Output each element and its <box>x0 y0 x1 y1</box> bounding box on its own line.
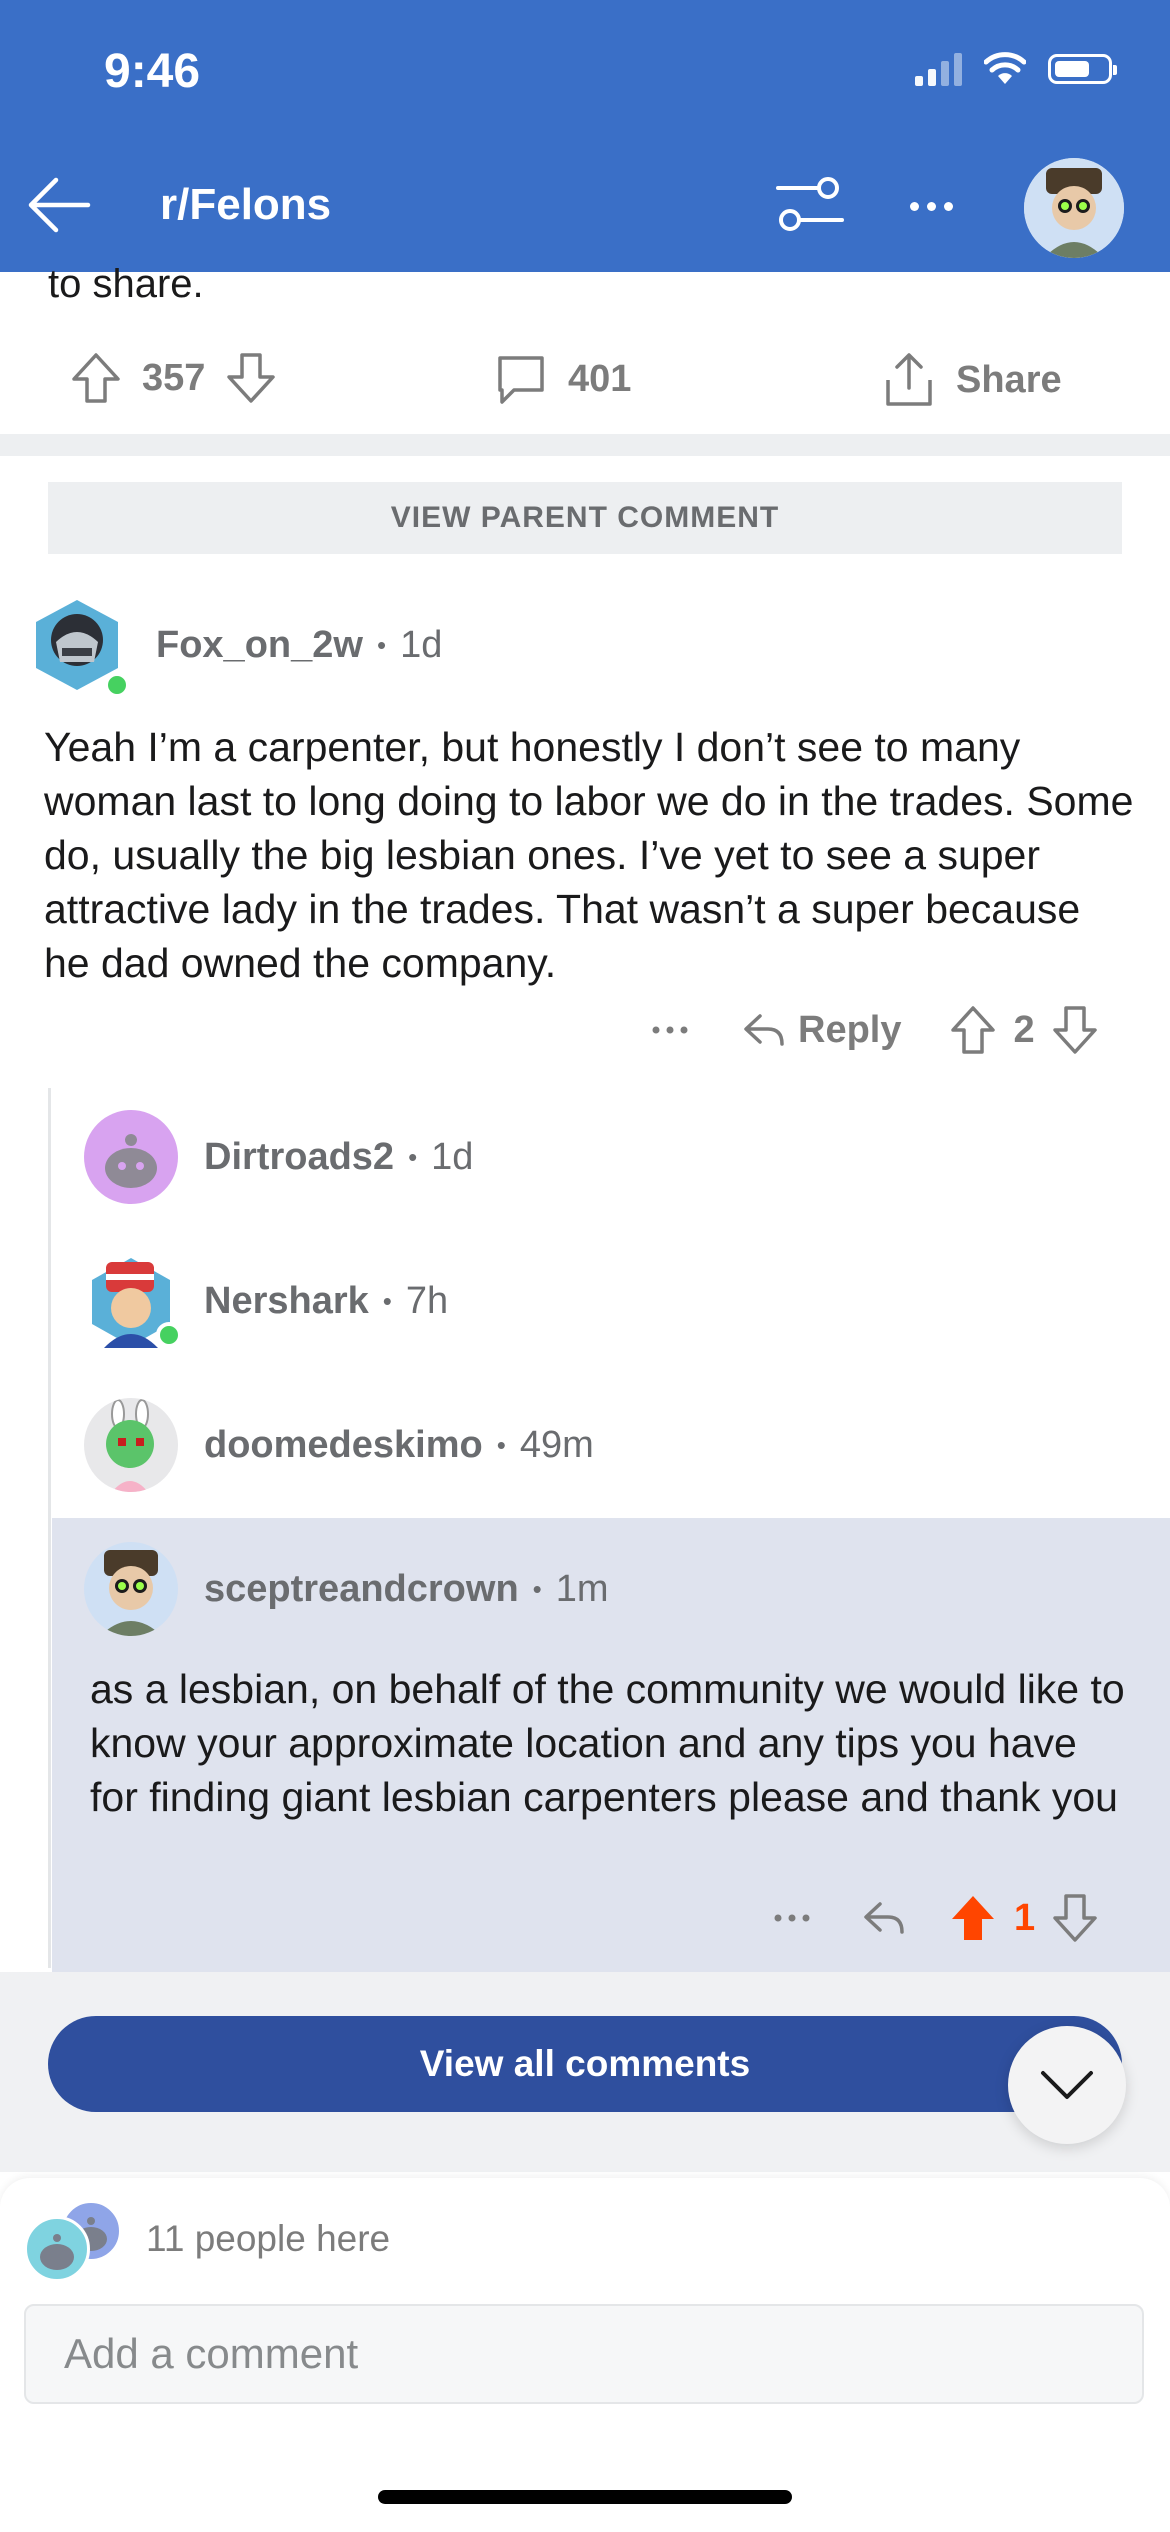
reply-username[interactable]: sceptreandcrown <box>204 1568 519 1611</box>
home-indicator <box>378 2490 792 2504</box>
comment-score: 2 <box>1013 1008 1035 1051</box>
more-options-icon[interactable] <box>650 1020 690 1040</box>
reply-age: 7h <box>405 1280 449 1322</box>
upvote-icon[interactable] <box>68 350 124 406</box>
app-header: 9:46 r/Felons <box>0 0 1170 272</box>
collapsed-reply[interactable]: Nershark • 7h <box>204 1280 448 1323</box>
share-icon <box>886 353 932 406</box>
back-arrow-icon[interactable] <box>22 168 96 242</box>
post-comments-button[interactable]: 401 <box>492 350 631 408</box>
section-divider <box>0 434 1170 456</box>
dot-separator: • <box>408 1142 418 1172</box>
upvote-active-icon[interactable] <box>948 1892 998 1944</box>
cellular-signal-icon <box>915 52 962 86</box>
subreddit-title[interactable]: r/Felons <box>160 180 331 230</box>
reply-button[interactable]: Reply <box>742 1009 901 1052</box>
view-parent-comment-button[interactable]: VIEW PARENT COMMENT <box>48 482 1122 554</box>
dot-separator: • <box>376 630 387 660</box>
user-avatar[interactable] <box>1024 158 1124 258</box>
presence-avatar <box>24 2216 90 2282</box>
highlighted-comment-score: 1 <box>1014 1896 1036 1939</box>
upvote-icon[interactable] <box>949 1004 997 1056</box>
battery-icon <box>1048 54 1117 84</box>
online-indicator <box>104 672 130 698</box>
reply-age: 49m <box>519 1424 594 1466</box>
dot-separator: • <box>496 1430 506 1460</box>
post-share-button[interactable]: Share <box>880 350 1062 410</box>
more-options-icon[interactable] <box>896 176 966 236</box>
downvote-icon[interactable] <box>1051 1004 1099 1056</box>
view-all-comments-button[interactable]: View all comments <box>48 2016 1122 2112</box>
collapsed-reply[interactable]: doomedeskimo • 49m <box>204 1424 594 1467</box>
add-comment-input[interactable] <box>24 2304 1144 2404</box>
reply-avatar[interactable] <box>84 1398 178 1492</box>
reply-arrow-icon[interactable] <box>862 1898 908 1938</box>
online-indicator <box>156 1322 182 1348</box>
status-icons <box>915 52 1117 86</box>
dot-separator: • <box>382 1286 392 1316</box>
reply-age: 1m <box>555 1568 609 1610</box>
scroll-down-button[interactable] <box>1008 2026 1126 2144</box>
more-options-icon[interactable] <box>772 1908 812 1928</box>
comment-username[interactable]: Fox_on_2w <box>156 624 363 667</box>
downvote-icon[interactable] <box>1051 1892 1099 1944</box>
reply-label: Reply <box>798 1008 902 1051</box>
reply-username[interactable]: doomedeskimo <box>204 1424 483 1467</box>
reply-avatar[interactable] <box>84 1542 178 1636</box>
sort-filter-icon[interactable] <box>772 170 848 240</box>
collapsed-reply[interactable]: Dirtroads2 • 1d <box>204 1136 473 1179</box>
highlighted-comment-actions: 1 <box>772 1892 1099 1944</box>
highlighted-comment-body: as a lesbian, on behalf of the community… <box>90 1666 1125 1820</box>
reply-avatar[interactable] <box>84 1110 178 1204</box>
thread-line <box>48 1088 51 1968</box>
comment-body: Yeah I’m a carpenter, but honestly I don… <box>44 724 1134 986</box>
post-vote-group: 357 <box>68 350 279 406</box>
post-comment-count: 401 <box>568 357 632 400</box>
wifi-icon <box>984 52 1026 84</box>
highlighted-comment-header: sceptreandcrown • 1m <box>204 1568 609 1611</box>
post-score: 357 <box>142 356 206 399</box>
chevron-down-icon <box>1041 2071 1093 2099</box>
comment-bubble-icon <box>498 356 544 404</box>
dot-separator: • <box>532 1574 542 1604</box>
reply-username[interactable]: Dirtroads2 <box>204 1136 394 1179</box>
post-text-tail: to share. <box>48 262 204 306</box>
reply-username[interactable]: Nershark <box>204 1280 369 1323</box>
people-here-count: 11 people here <box>146 2218 391 2259</box>
reply-arrow-icon <box>744 1014 784 1046</box>
post-action-bar: 357 401 Share <box>0 330 1170 430</box>
status-time: 9:46 <box>104 45 201 98</box>
reply-age: 1d <box>431 1136 474 1178</box>
comment-action-bar: Reply 2 <box>650 1004 1099 1056</box>
comment-header: Fox_on_2w • 1d <box>156 624 442 667</box>
comment-age: 1d <box>400 624 443 666</box>
downvote-icon[interactable] <box>223 350 279 406</box>
share-label: Share <box>956 358 1062 401</box>
